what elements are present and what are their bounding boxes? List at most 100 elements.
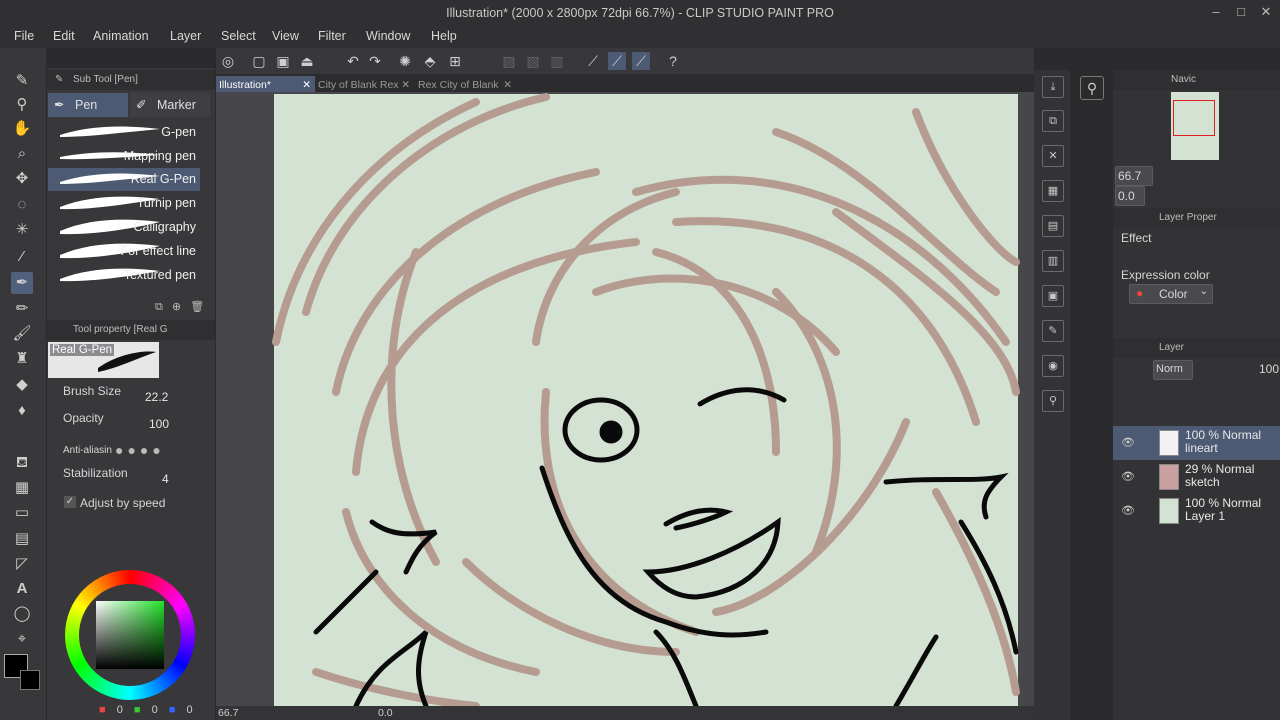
stabilization-value[interactable]: 4 <box>162 472 169 486</box>
brush-item-calligraphy[interactable]: Calligraphy <box>48 216 200 239</box>
color-b-value[interactable]: 0 <box>187 704 193 716</box>
minimize-button[interactable]: – <box>1206 4 1226 22</box>
brush-item-turnip-pen[interactable]: Turnip pen <box>48 192 200 215</box>
eye-icon[interactable]: 👁 <box>1121 504 1135 517</box>
snap-icon[interactable]: ⟋ <box>584 52 602 70</box>
magic-wand-icon[interactable]: ✳ <box>11 219 33 241</box>
figure-icon[interactable]: ▭ <box>11 502 33 524</box>
search-icon[interactable]: ⚲ <box>1080 76 1104 100</box>
eyedrop-tool-icon[interactable]: ⁄ <box>11 246 33 268</box>
copy-icon[interactable]: ⧉ <box>1042 110 1064 132</box>
move-icon[interactable]: ✥ <box>11 168 33 190</box>
layer-opacity-value[interactable]: 100 <box>1259 362 1279 376</box>
menu-file[interactable]: File <box>14 29 34 43</box>
antialias-options[interactable]: ●●●● <box>115 442 165 458</box>
color-r-value[interactable]: 0 <box>117 704 123 716</box>
brush-item-g-pen[interactable]: G-pen <box>48 121 200 144</box>
status-zoom-value[interactable]: 66.7 <box>218 707 238 719</box>
eraser-icon[interactable]: ◆ <box>11 374 33 396</box>
tab-pen[interactable]: ✒ Pen <box>48 93 128 117</box>
eyedropper-icon[interactable]: ⌕ <box>11 143 33 165</box>
brush-icon[interactable]: 🖌 <box>11 323 33 345</box>
brush-item-effect-line[interactable]: For effect line <box>48 240 200 263</box>
opacity-value[interactable]: 100 <box>149 417 169 431</box>
transform-icon[interactable]: ⊞ <box>446 52 464 70</box>
correct-line-icon[interactable]: ⌖ <box>11 628 33 650</box>
mask-icon[interactable]: ▥ <box>548 52 566 70</box>
color-wheel[interactable] <box>65 570 195 700</box>
crop-icon[interactable]: ▨ <box>500 52 518 70</box>
brush-item-real-g-pen[interactable]: Real G-Pen <box>48 168 200 191</box>
lasso-icon[interactable]: ◌ <box>11 194 33 216</box>
blend-mode-select[interactable]: Norm <box>1153 360 1193 380</box>
close-button[interactable]: ✕ <box>1256 4 1276 22</box>
cross-icon[interactable]: ✕ <box>1042 145 1064 167</box>
menu-edit[interactable]: Edit <box>53 29 75 43</box>
drawing-canvas[interactable] <box>216 92 1034 706</box>
tab-marker[interactable]: ✐ Marker <box>130 93 210 117</box>
brush-item-mapping-pen[interactable]: Mapping pen <box>48 145 200 168</box>
menu-window[interactable]: Window <box>366 29 410 43</box>
menu-animation[interactable]: Animation <box>93 29 149 43</box>
brush-size-value[interactable]: 22.2 <box>145 390 168 404</box>
zoom-icon[interactable]: ⚲ <box>11 94 33 116</box>
new-file-icon[interactable]: ▢ <box>250 52 268 70</box>
tone-icon[interactable]: ▦ <box>1042 180 1064 202</box>
maximize-button[interactable]: □ <box>1231 4 1251 22</box>
expression-color-select[interactable]: ● Color ⌄ <box>1129 284 1213 304</box>
redo-icon[interactable]: ↷ <box>366 52 384 70</box>
balloon-icon[interactable]: ◯ <box>11 603 33 625</box>
frame-icon[interactable]: ▤ <box>11 528 33 550</box>
layer-row-sketch[interactable]: 👁 29 % Normal sketch <box>1113 460 1280 494</box>
hand-icon[interactable]: ✋ <box>11 118 33 140</box>
menu-view[interactable]: View <box>272 29 299 43</box>
navigator-zoom-field[interactable]: 66.7 <box>1115 166 1153 186</box>
menu-layer[interactable]: Layer <box>170 29 201 43</box>
menu-filter[interactable]: Filter <box>318 29 346 43</box>
snap-grid-icon[interactable]: ⟋ <box>632 52 650 70</box>
navigator-view-box[interactable] <box>1173 100 1215 136</box>
brush-item-textured-pen[interactable]: Textured pen <box>48 264 200 287</box>
status-angle-value[interactable]: 0.0 <box>378 707 393 719</box>
text-icon[interactable]: A <box>11 578 33 600</box>
undo-icon[interactable]: ↶ <box>344 52 362 70</box>
layer-icon[interactable]: ▤ <box>1042 215 1064 237</box>
import-icon[interactable]: ⤓ <box>1042 76 1064 98</box>
menu-select[interactable]: Select <box>221 29 256 43</box>
eye-icon[interactable]: 👁 <box>1121 470 1135 483</box>
camera-icon[interactable]: ◉ <box>1042 355 1064 377</box>
eye-icon[interactable]: 👁 <box>1121 436 1135 449</box>
open-icon[interactable]: ▣ <box>274 52 292 70</box>
gradient-icon[interactable]: ▦ <box>11 477 33 499</box>
color-g-value[interactable]: 0 <box>152 704 158 716</box>
pen-icon[interactable]: ✎ <box>11 70 33 92</box>
snap-ruler-icon[interactable]: ⟋ <box>608 52 626 70</box>
adjust-speed-checkbox[interactable]: ✓ <box>64 496 76 508</box>
clear-icon[interactable]: ✺ <box>396 52 414 70</box>
app-icon[interactable]: ◎ <box>219 52 237 70</box>
help-icon[interactable]: ? <box>664 52 682 70</box>
edit-icon[interactable]: ✎ <box>1042 320 1064 342</box>
airbrush-icon[interactable]: ♜ <box>11 348 33 370</box>
menu-help[interactable]: Help <box>431 29 457 43</box>
pencil-icon[interactable]: ✏ <box>11 298 33 320</box>
add-subtool-icon[interactable]: ⊕ <box>172 301 181 313</box>
figure-icon[interactable]: ⚲ <box>1042 390 1064 412</box>
delete-subtool-icon[interactable]: 🗑 <box>190 301 204 313</box>
navigator-angle-field[interactable]: 0.0 <box>1115 186 1145 206</box>
select-icon[interactable]: ▧ <box>524 52 542 70</box>
layer-row-lineart[interactable]: 👁 100 % Normal lineart <box>1113 426 1280 460</box>
navigator-preview[interactable] <box>1171 92 1219 160</box>
color-square[interactable] <box>96 601 164 669</box>
blend-icon[interactable]: ♦ <box>11 400 33 422</box>
material-icon[interactable]: ▥ <box>1042 250 1064 272</box>
sub-color-swatch[interactable] <box>20 670 40 690</box>
frame-icon[interactable]: ▣ <box>1042 285 1064 307</box>
ruler-icon[interactable]: ◸ <box>11 553 33 575</box>
save-icon[interactable]: ⏏ <box>298 52 316 70</box>
copy-subtool-icon[interactable]: ⧉ <box>155 301 163 313</box>
fill-icon[interactable]: ⛾ <box>11 452 33 474</box>
layer-row-layer-1[interactable]: 👁 100 % Normal Layer 1 <box>1113 494 1280 528</box>
fill-icon[interactable]: ⬘ <box>421 52 439 70</box>
pen-tool-icon[interactable]: ✒ <box>11 272 33 294</box>
